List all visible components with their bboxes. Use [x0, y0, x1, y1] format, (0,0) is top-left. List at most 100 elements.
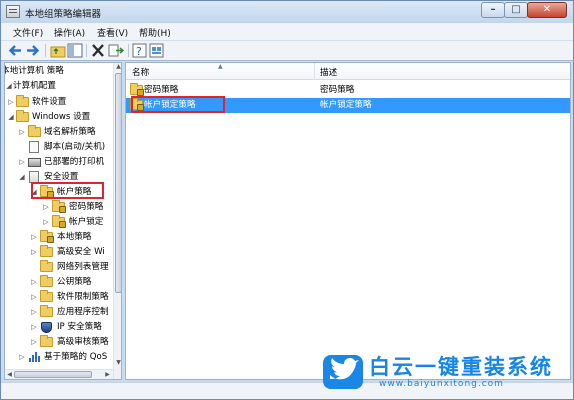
tree-item-label: 高级审核策略 — [57, 337, 109, 347]
tree-item-label: 密码策略 — [69, 202, 104, 212]
menu-action[interactable]: 操作(A) — [54, 26, 85, 39]
maximize-button[interactable]: □ — [504, 2, 528, 18]
toolbar-separator — [128, 44, 129, 57]
highlight-box-account-policies — [31, 182, 104, 199]
folder-icon — [16, 110, 29, 122]
toolbar: ? — [1, 41, 573, 61]
close-button[interactable]: ✕ — [527, 2, 567, 18]
scroll-thumb[interactable] — [115, 73, 121, 293]
expand-arrow-icon[interactable]: ▷ — [42, 200, 50, 214]
lock-folder-icon — [40, 230, 54, 243]
tree-item-label: IP 安全策略 — [57, 322, 102, 332]
tree-item-label: 软件设置 — [32, 97, 67, 107]
minimize-icon: – — [490, 4, 496, 15]
expand-arrow-icon[interactable]: ▷ — [30, 305, 38, 319]
row-description: 密码策略 — [320, 85, 355, 95]
folder-icon — [40, 290, 53, 302]
tree-item-label: 本地计算机 策略 — [4, 66, 64, 76]
tree-item-label: 脚本(启动/关机) — [44, 142, 106, 152]
up-folder-icon[interactable] — [50, 43, 66, 58]
tree-item-label: Windows 设置 — [32, 112, 91, 122]
tree-item-label: 帐户锁定 — [69, 217, 104, 227]
watermark-url: www.baiyunxitong.com — [379, 379, 504, 389]
lock-folder-icon — [52, 215, 66, 228]
scroll-thumb[interactable] — [14, 371, 92, 378]
scroll-right-icon[interactable]: ▶ — [103, 371, 112, 379]
properties-icon[interactable] — [149, 43, 165, 58]
expand-arrow-icon[interactable]: ▷ — [30, 230, 38, 244]
lock-folder-icon — [52, 200, 66, 213]
expand-arrow-icon[interactable]: ▷ — [30, 320, 38, 334]
delete-icon[interactable] — [90, 43, 106, 58]
window-controls: – □ ✕ — [481, 2, 567, 19]
bird-logo-icon — [323, 355, 363, 389]
tree-pane: 本地计算机 策略 ◢ 计算机配置 ▷ 软件设置 ◢ Windows 设置 ▷ 域… — [4, 62, 122, 380]
svg-text:?: ? — [136, 45, 142, 58]
list-header: 名称 ▲ 描述 — [126, 63, 570, 80]
minimize-button[interactable]: – — [481, 2, 505, 18]
expand-arrow-icon[interactable]: ▷ — [18, 125, 26, 139]
expand-arrow-icon[interactable]: ▷ — [18, 155, 26, 169]
folder-icon — [40, 305, 53, 317]
scroll-left-icon[interactable]: ◀ — [5, 371, 14, 379]
column-header-description[interactable]: 描述 — [320, 66, 337, 78]
folder-icon — [40, 245, 53, 257]
tree-item-label: 软件限制策略 — [57, 292, 109, 302]
tree-item-label: 域名解析策略 — [44, 127, 96, 137]
tree-vertical-scrollbar[interactable]: ▲ ▼ — [113, 63, 121, 379]
close-icon: ✕ — [542, 4, 552, 15]
expand-arrow-icon[interactable]: ▷ — [30, 335, 38, 349]
menu-view[interactable]: 查看(V) — [97, 26, 128, 39]
tree-item-label: 应用程序控制 — [57, 307, 109, 317]
expand-arrow-icon[interactable]: ▷ — [18, 350, 26, 364]
expand-arrow-icon[interactable]: ▷ — [30, 245, 38, 259]
column-divider[interactable] — [314, 63, 315, 80]
menu-help[interactable]: 帮助(H) — [139, 26, 171, 39]
toolbar-separator — [86, 44, 87, 57]
folder-icon — [40, 260, 53, 272]
column-header-name[interactable]: 名称 — [132, 66, 149, 78]
maximize-icon: □ — [511, 4, 521, 15]
menu-bar: 文件(F) 操作(A) 查看(V) 帮助(H) — [1, 23, 573, 41]
export-icon[interactable] — [108, 43, 124, 58]
scroll-up-icon[interactable]: ▲ — [114, 63, 121, 72]
folder-icon — [40, 275, 53, 287]
tree-item-label: 网络列表管理 — [57, 262, 109, 272]
script-icon — [29, 141, 39, 153]
window-title: 本地组策略编辑器 — [25, 9, 102, 20]
toolbar-separator — [45, 44, 46, 57]
expand-arrow-icon[interactable]: ▷ — [30, 275, 38, 289]
highlight-box-account-lockout-policy — [131, 96, 225, 113]
tree-horizontal-scrollbar[interactable]: ◀ ▶ — [5, 369, 113, 379]
scroll-down-icon[interactable]: ▼ — [114, 359, 121, 368]
forward-arrow-icon[interactable] — [25, 43, 41, 58]
tree-item-label: 已部署的打印机 — [44, 157, 105, 167]
bar-chart-icon — [28, 352, 40, 362]
expand-arrow-icon[interactable]: ◢ — [18, 170, 26, 184]
tree-item-label: 高级安全 Wi — [57, 247, 105, 257]
ip-security-icon — [41, 322, 52, 333]
menu-file[interactable]: 文件(F) — [13, 26, 43, 39]
folder-icon — [40, 335, 53, 347]
folder-icon — [28, 125, 41, 137]
expand-arrow-icon[interactable]: ◢ — [5, 79, 13, 93]
title-bar[interactable]: 本地组策略编辑器 – □ ✕ — [1, 1, 573, 23]
printer-icon — [28, 158, 41, 167]
tree-item-label: 计算机配置 — [13, 81, 56, 91]
group-policy-editor-window: 本地组策略编辑器 – □ ✕ 文件(F) 操作(A) 查看(V) 帮助(H) ?… — [0, 0, 574, 400]
expand-arrow-icon[interactable]: ◢ — [7, 110, 15, 124]
tree-item-label: 基于策略的 QoS — [44, 352, 108, 362]
show-hide-tree-icon[interactable] — [67, 43, 83, 58]
expand-arrow-icon[interactable]: ▷ — [30, 290, 38, 304]
back-arrow-icon[interactable] — [7, 43, 23, 58]
expand-arrow-icon[interactable]: ▷ — [7, 95, 15, 109]
help-icon[interactable]: ? — [132, 43, 148, 58]
watermark-text: 白云一键重装系统 — [369, 355, 553, 379]
folder-icon — [16, 95, 29, 107]
tree-item-label: 本地策略 — [57, 232, 92, 242]
expand-arrow-icon[interactable]: ▷ — [42, 215, 50, 229]
app-icon — [6, 5, 20, 18]
tree-item-label: 公钥策略 — [57, 277, 92, 287]
watermark: 白云一键重装系统 www.baiyunxitong.com — [323, 351, 571, 395]
sort-ascending-icon: ▲ — [218, 63, 223, 70]
